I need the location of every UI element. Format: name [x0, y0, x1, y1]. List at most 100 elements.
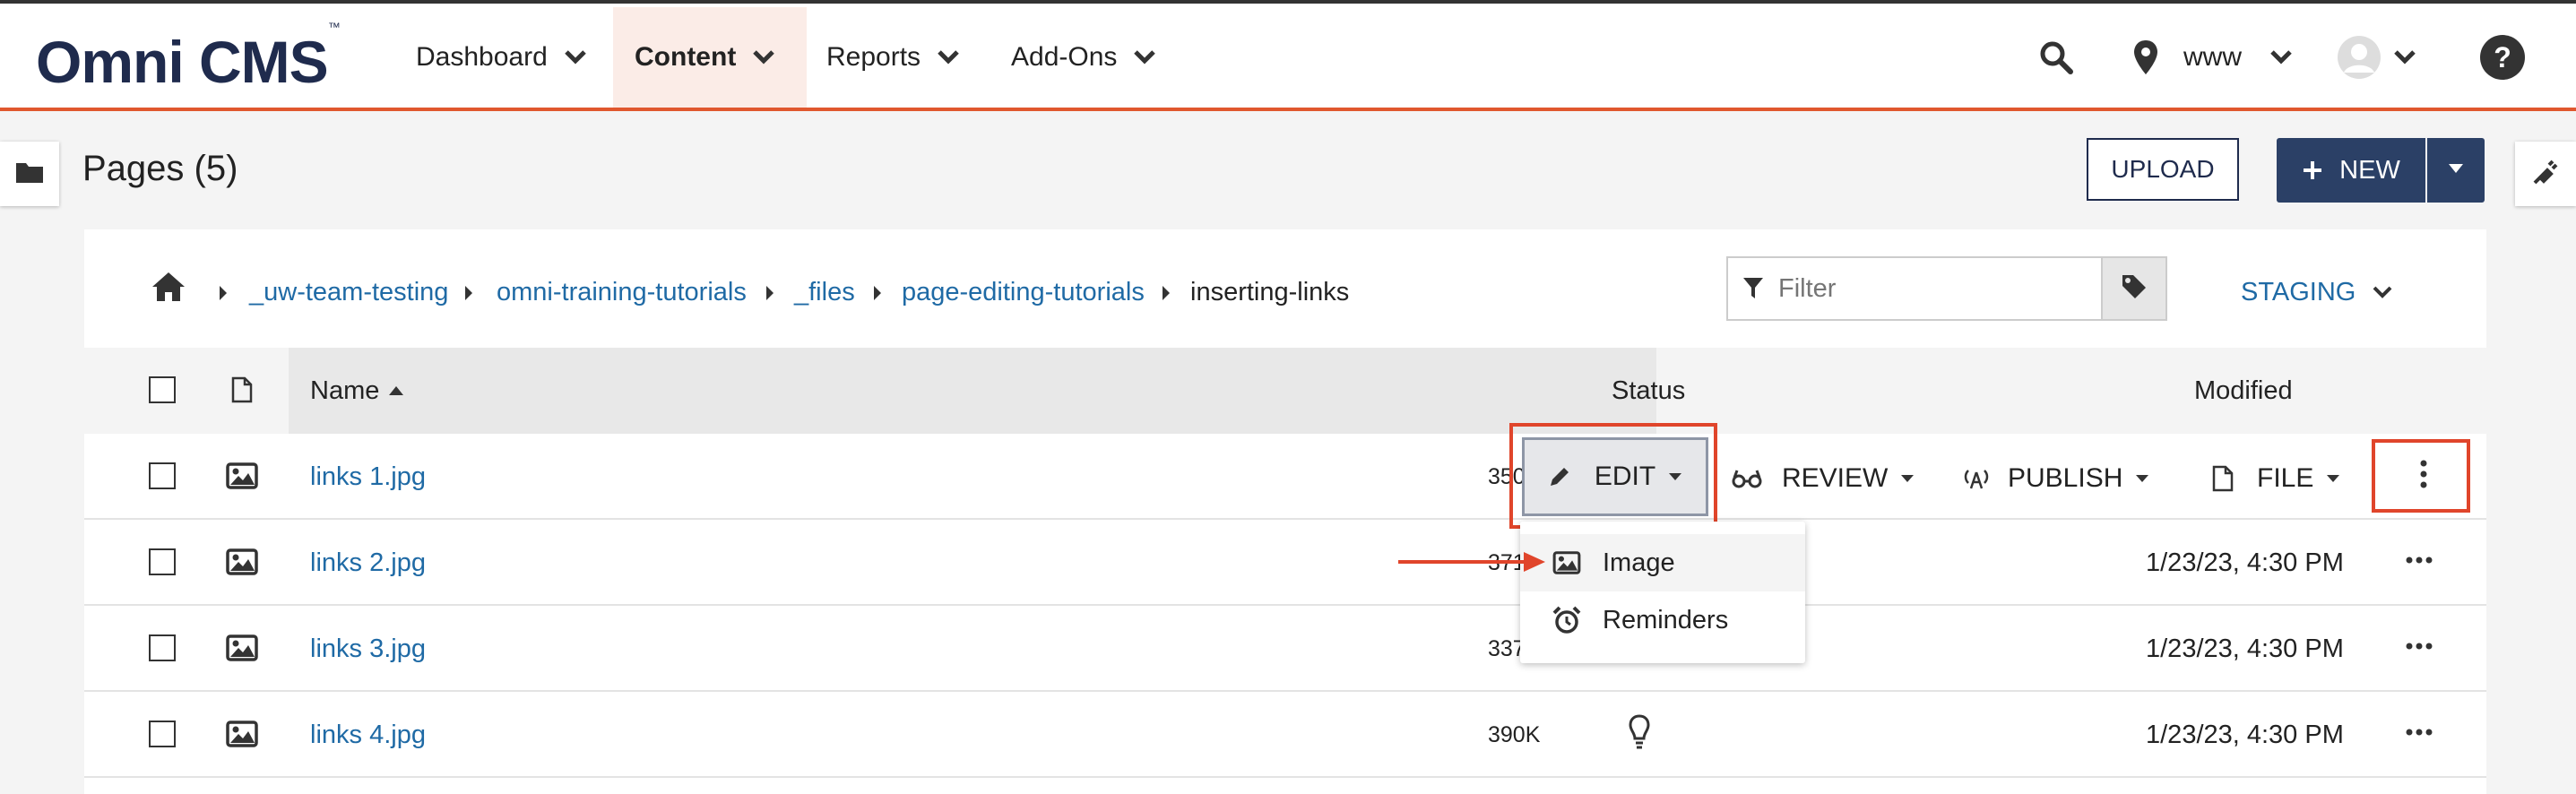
plus-icon — [2302, 160, 2323, 181]
nav-add-ons-label: Add-Ons — [1011, 42, 1118, 72]
menu-item-image[interactable]: Image — [1520, 534, 1805, 591]
chevron-down-icon — [752, 42, 775, 73]
row-checkbox[interactable] — [149, 548, 176, 575]
publish-button-label: PUBLISH — [2008, 463, 2123, 493]
caret-right-icon — [765, 285, 774, 306]
help-icon[interactable]: ? — [2479, 34, 2526, 81]
chevron-down-icon[interactable] — [2391, 48, 2418, 66]
nav-dashboard-label: Dashboard — [416, 42, 548, 72]
breadcrumb-item[interactable]: omni-training-tutorials — [497, 274, 747, 310]
table-row[interactable]: links 4.jpg 390K 1/23/23, 4:30 PM — [84, 692, 2486, 778]
caret-right-icon — [219, 285, 228, 306]
new-button-label: NEW — [2339, 155, 2400, 185]
file-name-link[interactable]: links 4.jpg — [310, 717, 426, 753]
review-button-label: REVIEW — [1782, 463, 1889, 493]
site-selector[interactable]: www — [2183, 39, 2242, 75]
image-icon — [226, 462, 258, 494]
nav-content-label: Content — [635, 42, 737, 72]
file-listing-panel: _uw-team-testing omni-training-tutorials… — [84, 229, 2486, 794]
nav-dashboard[interactable]: Dashboard — [394, 7, 609, 108]
file-name-link[interactable]: links 3.jpg — [310, 631, 426, 667]
sort-asc-icon — [388, 385, 404, 396]
new-button[interactable]: NEW — [2277, 138, 2425, 203]
file-name-link[interactable]: links 2.jpg — [310, 545, 426, 581]
filter-icon — [1742, 277, 1764, 300]
plug-icon — [2531, 158, 2560, 191]
gadgets-tab[interactable] — [2515, 142, 2576, 206]
modified-date: 1/23/23, 4:30 PM — [2146, 548, 2344, 577]
chevron-down-icon — [937, 42, 960, 73]
row-checkbox[interactable] — [149, 721, 176, 747]
more-horizontal-icon[interactable] — [2406, 724, 2433, 740]
file-icon — [2212, 465, 2234, 492]
staging-selector[interactable]: STAGING — [2241, 274, 2393, 310]
file-size: 390K — [1488, 722, 1541, 747]
file-button-label: FILE — [2257, 463, 2314, 493]
annotation-highlight-more — [2372, 439, 2470, 513]
search-icon[interactable] — [2036, 38, 2076, 77]
new-dropdown-toggle[interactable] — [2427, 138, 2485, 203]
upload-button[interactable]: UPLOAD — [2087, 138, 2239, 201]
omni-cms-logo[interactable]: Omni CMS™ — [36, 20, 341, 98]
file-menu-button[interactable]: FILE — [2212, 461, 2340, 496]
filter-field[interactable] — [1726, 256, 2103, 321]
map-pin-icon[interactable] — [2128, 36, 2164, 79]
image-icon — [226, 721, 258, 752]
caret-right-icon — [873, 285, 882, 306]
home-icon[interactable] — [151, 271, 186, 307]
breadcrumb-item[interactable]: page-editing-tutorials — [902, 274, 1145, 310]
broadcast-icon — [1963, 467, 1990, 490]
status-column-header[interactable]: Status — [1612, 373, 1685, 409]
modified-column-header[interactable]: Modified — [2194, 373, 2293, 409]
nav-reports[interactable]: Reports — [805, 7, 981, 108]
tag-icon — [2121, 273, 2148, 305]
chevron-down-icon[interactable] — [2268, 48, 2295, 66]
row-checkbox[interactable] — [149, 634, 176, 661]
tag-filter-button[interactable] — [2101, 256, 2167, 321]
more-horizontal-icon[interactable] — [2406, 552, 2433, 568]
caret-down-icon — [2448, 162, 2464, 178]
caret-down-icon — [2135, 474, 2149, 483]
nav-add-ons[interactable]: Add-Ons — [990, 7, 1178, 108]
menu-item-label: Reminders — [1603, 605, 1729, 634]
site-name: www — [2183, 42, 2242, 72]
edit-dropdown-menu: Image Reminders — [1520, 522, 1805, 663]
table-row[interactable]: links 2.jpg 371 1/23/23, 4:30 PM — [84, 520, 2486, 606]
image-icon — [226, 634, 258, 666]
modified-date: 1/23/23, 4:30 PM — [2146, 721, 2344, 749]
name-column-header[interactable]: Name — [310, 373, 404, 409]
review-button[interactable]: REVIEW — [1732, 461, 1915, 496]
breadcrumb-item[interactable]: _uw-team-testing — [249, 274, 448, 310]
page-title: Pages (5) — [82, 149, 238, 188]
caret-right-icon — [1162, 285, 1171, 306]
name-header-label: Name — [310, 376, 380, 405]
avatar[interactable] — [2336, 34, 2382, 81]
chevron-down-icon — [564, 42, 587, 73]
annotation-highlight-edit — [1509, 423, 1717, 529]
breadcrumb-current: inserting-links — [1190, 278, 1350, 306]
chevron-down-icon — [2372, 285, 2393, 299]
file-tree-tab[interactable] — [0, 142, 59, 206]
annotation-arrow-head — [1524, 552, 1545, 572]
file-type-icon — [231, 376, 253, 408]
file-name-link[interactable]: links 1.jpg — [310, 459, 426, 495]
select-all-checkbox[interactable] — [149, 376, 176, 403]
more-horizontal-icon[interactable] — [2406, 638, 2433, 654]
svg-text:?: ? — [2494, 41, 2511, 73]
row-checkbox[interactable] — [149, 462, 176, 489]
nav-content[interactable]: Content — [613, 7, 807, 108]
publish-button[interactable]: PUBLISH — [1963, 461, 2149, 496]
modified-date: 1/23/23, 4:30 PM — [2146, 634, 2344, 663]
staging-label: STAGING — [2241, 278, 2356, 306]
breadcrumb-item[interactable]: _files — [794, 274, 855, 310]
image-icon — [226, 548, 258, 580]
breadcrumb: _uw-team-testing omni-training-tutorials… — [84, 229, 2486, 348]
folder-icon — [15, 160, 44, 188]
filter-input[interactable] — [1776, 272, 2067, 305]
menu-item-label: Image — [1603, 548, 1675, 577]
alarm-clock-icon — [1552, 606, 1581, 634]
menu-item-reminders[interactable]: Reminders — [1520, 591, 1805, 649]
table-row[interactable]: links 3.jpg 337 1/23/23, 4:30 PM — [84, 606, 2486, 692]
image-icon — [1552, 551, 1581, 574]
chevron-down-icon — [1133, 42, 1156, 73]
